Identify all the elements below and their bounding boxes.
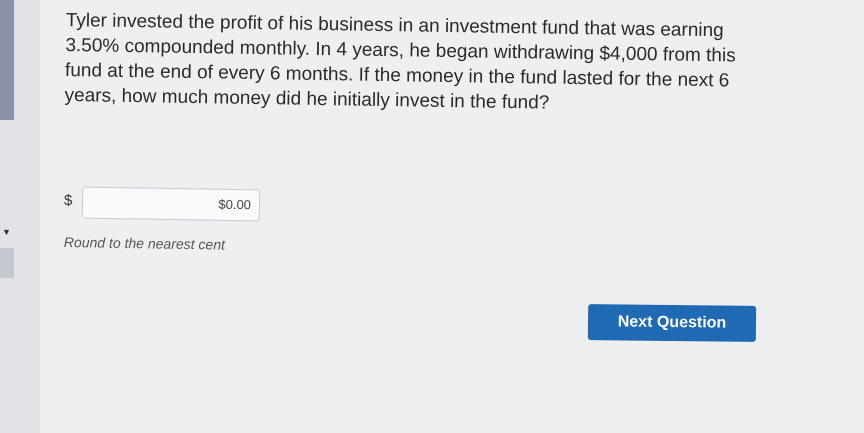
sidebar-band	[0, 248, 14, 278]
next-question-button[interactable]: Next Question	[587, 304, 757, 342]
sidebar-accent-bar	[0, 0, 14, 120]
currency-symbol: $	[64, 192, 73, 209]
question-text: Tyler invested the profit of his busines…	[64, 9, 736, 114]
answer-input[interactable]	[81, 186, 261, 222]
answer-row: $	[64, 186, 274, 228]
left-sidebar-edge: ▼	[0, 0, 41, 433]
rounding-hint: Round to the nearest cent	[63, 234, 226, 253]
collapse-arrow-icon[interactable]: ▼	[2, 228, 11, 237]
